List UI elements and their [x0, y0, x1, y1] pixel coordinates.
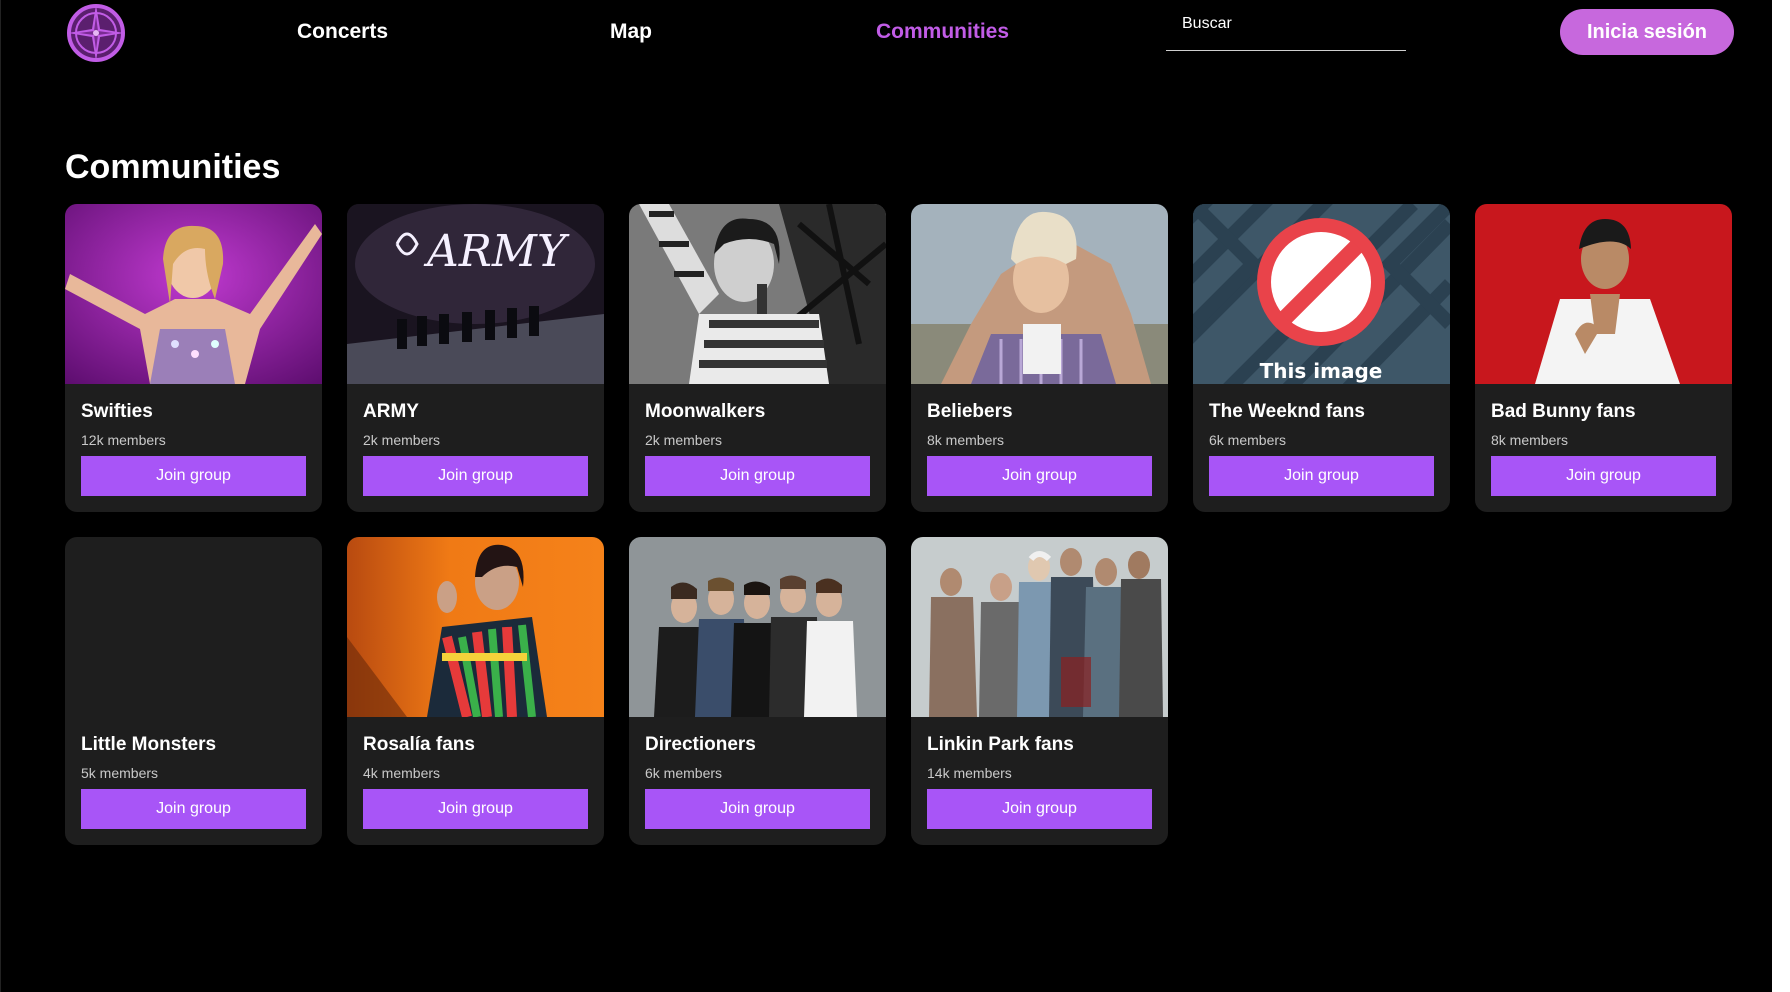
join-group-button[interactable]: Join group	[1491, 456, 1716, 496]
community-name: Beliebers	[927, 401, 1013, 422]
community-name: Moonwalkers	[645, 401, 766, 422]
community-members: 6k members	[1209, 432, 1287, 448]
community-image-little-monsters-empty	[65, 537, 322, 717]
community-name: Linkin Park fans	[927, 734, 1074, 755]
join-group-button[interactable]: Join group	[81, 456, 306, 496]
community-card: Directioners 6k members Join group	[629, 537, 886, 845]
community-card: Bad Bunny fans 8k members Join group	[1475, 204, 1732, 512]
community-name: Swifties	[81, 401, 153, 422]
page-title: Communities	[65, 148, 281, 186]
community-image-linkin-park	[911, 537, 1168, 717]
community-card: Linkin Park fans 14k members Join group	[911, 537, 1168, 845]
join-group-button[interactable]: Join group	[645, 456, 870, 496]
community-image-rosalia	[347, 537, 604, 717]
community-members: 6k members	[645, 765, 723, 781]
login-button[interactable]: Inicia sesión	[1560, 9, 1734, 55]
community-name: Directioners	[645, 734, 756, 755]
join-group-button[interactable]: Join group	[1209, 456, 1434, 496]
community-card: Little Monsters 5k members Join group	[65, 537, 322, 845]
community-card: Beliebers 8k members Join group	[911, 204, 1168, 512]
unavailable-image-text: This image	[1260, 359, 1383, 383]
community-name: Rosalía fans	[363, 734, 475, 755]
join-group-button[interactable]: Join group	[81, 789, 306, 829]
community-members: 2k members	[363, 432, 441, 448]
join-group-button[interactable]: Join group	[927, 456, 1152, 496]
community-image-moonwalkers	[629, 204, 886, 384]
search-box	[1166, 6, 1406, 51]
nav-link-concerts[interactable]: Concerts	[297, 20, 388, 44]
community-image-one-direction	[629, 537, 886, 717]
community-name: Bad Bunny fans	[1491, 401, 1636, 422]
community-members: 2k members	[645, 432, 723, 448]
compass-logo-icon[interactable]	[65, 2, 127, 64]
community-members: 5k members	[81, 765, 159, 781]
community-card: Swifties 12k members Join group	[65, 204, 322, 512]
top-navbar: Concerts Map Communities Inicia sesión	[0, 0, 1772, 64]
community-card: This image The Weeknd fans 6k members Jo…	[1193, 204, 1450, 512]
window-left-edge	[0, 0, 1, 992]
community-name: Little Monsters	[81, 734, 217, 755]
nav-link-map[interactable]: Map	[610, 20, 652, 44]
community-members: 4k members	[363, 765, 441, 781]
community-members: 12k members	[81, 432, 166, 448]
community-card: Moonwalkers 2k members Join group	[629, 204, 886, 512]
community-card: ARMY ARMY 2k members Join group	[347, 204, 604, 512]
community-members: 8k members	[1491, 432, 1569, 448]
join-group-button[interactable]: Join group	[645, 789, 870, 829]
svg-text:ARMY: ARMY	[423, 226, 570, 277]
join-group-button[interactable]: Join group	[363, 456, 588, 496]
community-image-beliebers	[911, 204, 1168, 384]
search-input[interactable]	[1166, 6, 1406, 42]
community-name: The Weeknd fans	[1209, 401, 1365, 422]
community-members: 8k members	[927, 432, 1005, 448]
community-image-bad-bunny	[1475, 204, 1732, 384]
join-group-button[interactable]: Join group	[363, 789, 588, 829]
community-image-weeknd-unavailable: This image	[1193, 204, 1450, 384]
community-image-army: ARMY	[347, 204, 604, 384]
community-members: 14k members	[927, 765, 1012, 781]
window-right-edge	[1772, 0, 1790, 992]
join-group-button[interactable]: Join group	[927, 789, 1152, 829]
community-name: ARMY	[363, 401, 419, 422]
community-card: Rosalía fans 4k members Join group	[347, 537, 604, 845]
nav-link-communities[interactable]: Communities	[876, 20, 1009, 44]
community-image-swifties	[65, 204, 322, 384]
